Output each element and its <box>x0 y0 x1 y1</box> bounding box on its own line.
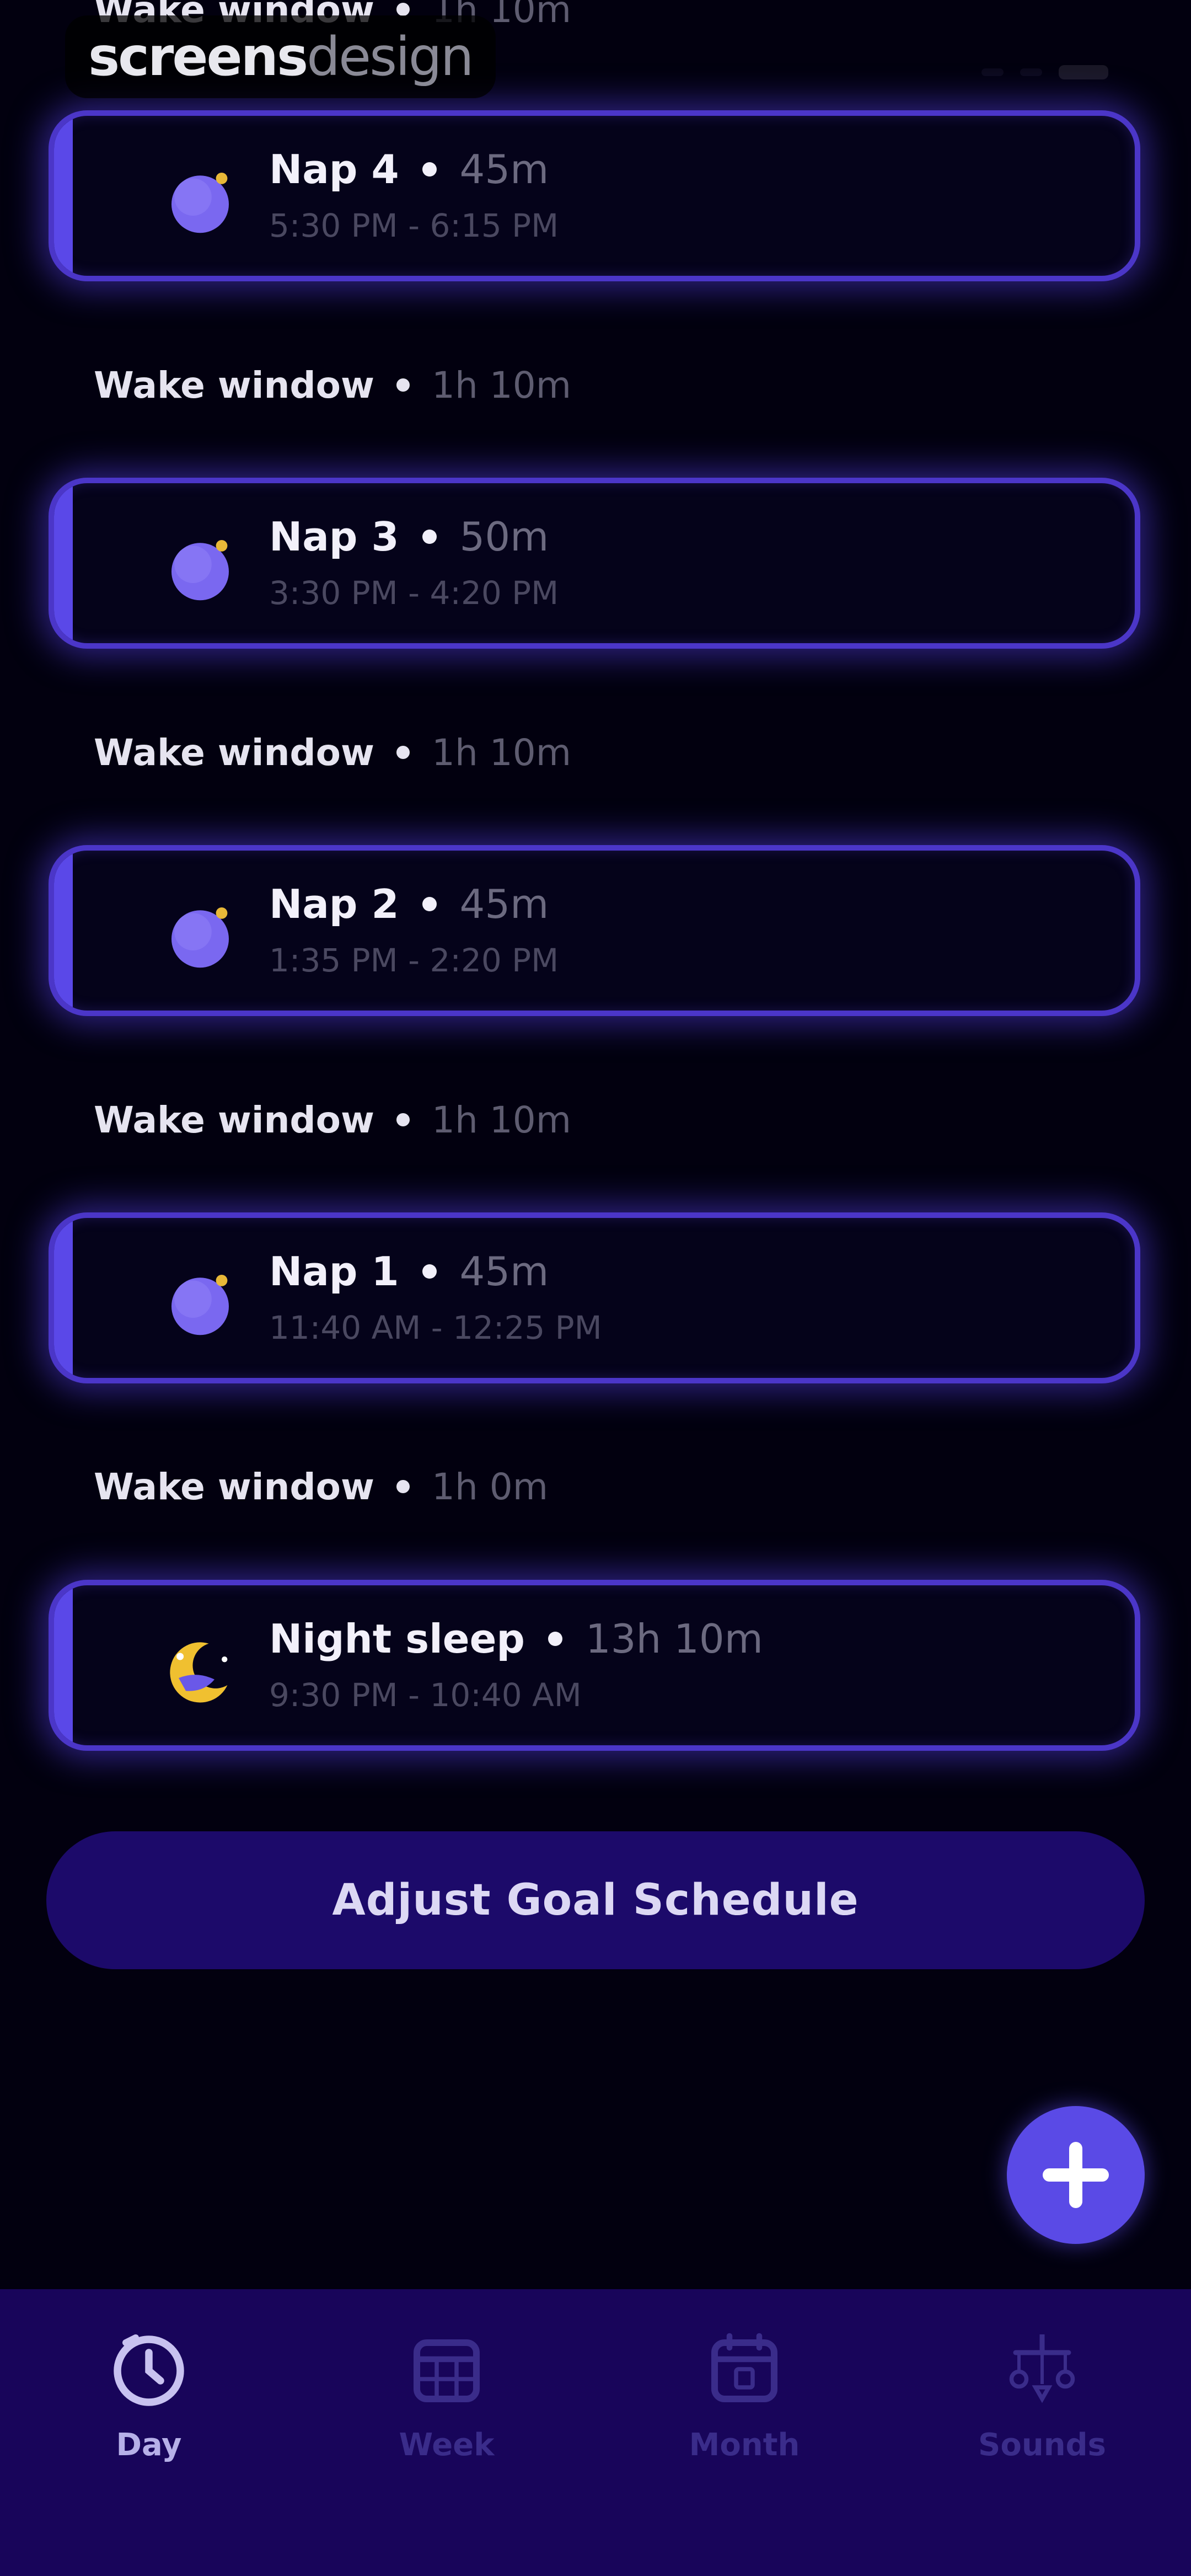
status-bar-icons <box>981 65 1108 79</box>
sleep-name: Nap 2 <box>269 881 399 927</box>
separator-dot <box>396 3 410 16</box>
status-icon <box>1020 68 1042 76</box>
nav-tab-month[interactable]: Month <box>596 2289 893 2576</box>
sleep-time-range: 1:35 PM - 2:20 PM <box>269 942 559 979</box>
separator-dot <box>396 746 410 759</box>
separator-dot <box>396 1480 410 1493</box>
separator-dot <box>422 162 437 177</box>
sleep-card-nap-3[interactable]: Nap 3 50m 3:30 PM - 4:20 PM <box>49 478 1140 649</box>
card-accent-bar <box>54 483 73 643</box>
card-accent-bar <box>54 116 73 276</box>
wake-window-duration: 1h 0m <box>432 1465 549 1508</box>
separator-dot <box>396 1113 410 1126</box>
separator-dot <box>422 897 437 911</box>
nav-label: Month <box>689 2427 800 2463</box>
wake-window-duration: 1h 10m <box>432 731 572 774</box>
adjust-goal-schedule-button[interactable]: Adjust Goal Schedule <box>46 1831 1145 1969</box>
separator-dot <box>396 378 410 392</box>
sleep-card-night-sleep[interactable]: Night sleep 13h 10m 9:30 PM - 10:40 AM <box>49 1580 1140 1751</box>
battery-icon <box>1059 65 1108 79</box>
wake-window-row: Wake window 1h 10m <box>94 1089 571 1150</box>
bottom-navigation: Day Week Month Sounds <box>0 2289 1191 2576</box>
sleep-name: Nap 3 <box>269 514 399 560</box>
clock-icon <box>114 2334 184 2406</box>
nap-moon-icon <box>171 1275 229 1335</box>
card-accent-bar <box>54 1585 73 1745</box>
mobile-toy-icon <box>1009 2334 1075 2403</box>
nav-tab-week[interactable]: Week <box>298 2289 596 2576</box>
month-calendar-icon <box>711 2333 777 2402</box>
card-title-line: Nap 1 45m <box>269 1248 549 1295</box>
wake-window-row: Wake window 1h 10m <box>94 722 571 783</box>
card-title-line: Nap 4 45m <box>269 146 549 193</box>
watermark-logo: screens design <box>65 15 496 98</box>
wake-window-label: Wake window <box>94 1098 374 1141</box>
sleep-duration: 45m <box>459 881 549 927</box>
watermark-text-primary: screens <box>88 26 308 88</box>
sleep-time-range: 11:40 AM - 12:25 PM <box>269 1309 602 1346</box>
sleep-name: Night sleep <box>269 1616 525 1662</box>
nap-moon-icon <box>171 907 229 968</box>
nav-tab-day[interactable]: Day <box>0 2289 298 2576</box>
nav-tab-sounds[interactable]: Sounds <box>893 2289 1191 2576</box>
nav-label: Sounds <box>978 2427 1106 2463</box>
separator-dot <box>548 1632 562 1646</box>
sleep-time-range: 3:30 PM - 4:20 PM <box>269 574 559 612</box>
sleep-card-nap-4[interactable]: Nap 4 45m 5:30 PM - 6:15 PM <box>49 110 1140 281</box>
sleep-card-nap-1[interactable]: Nap 1 45m 11:40 AM - 12:25 PM <box>49 1212 1140 1383</box>
wake-window-label: Wake window <box>94 364 374 407</box>
sleep-time-range: 9:30 PM - 10:40 AM <box>269 1676 582 1714</box>
sleep-card-nap-2[interactable]: Nap 2 45m 1:35 PM - 2:20 PM <box>49 845 1140 1016</box>
add-entry-button[interactable] <box>1007 2106 1145 2244</box>
status-icon <box>981 68 1004 76</box>
nav-label: Week <box>399 2427 495 2463</box>
wake-window-label: Wake window <box>94 731 374 774</box>
sleep-time-range: 5:30 PM - 6:15 PM <box>269 207 559 244</box>
sleep-schedule-screen: screensdesign Wake window 1h 10m Nap 4 4… <box>0 0 1191 2576</box>
crescent-moon-icon <box>170 1642 228 1703</box>
week-calendar-icon <box>414 2339 480 2402</box>
sleep-duration: 45m <box>459 146 549 193</box>
sleep-duration: 13h 10m <box>585 1616 763 1662</box>
wake-window-row: Wake window 1h 10m <box>94 355 571 415</box>
separator-dot <box>422 1264 437 1279</box>
plus-icon <box>1043 2142 1109 2208</box>
wake-window-duration: 1h 10m <box>432 364 572 407</box>
nap-moon-icon <box>171 173 229 233</box>
nap-moon-icon <box>171 540 229 601</box>
wake-window-row: Wake window 1h 0m <box>94 1456 548 1517</box>
card-accent-bar <box>54 1218 73 1378</box>
wake-window-duration: 1h 10m <box>432 1098 572 1141</box>
sleep-duration: 50m <box>459 514 549 560</box>
card-title-line: Nap 2 45m <box>269 881 549 927</box>
sleep-duration: 45m <box>459 1248 549 1295</box>
card-accent-bar <box>54 851 73 1011</box>
watermark-text-secondary: design <box>307 26 474 88</box>
card-title-line: Night sleep 13h 10m <box>269 1616 763 1662</box>
card-title-line: Nap 3 50m <box>269 514 549 560</box>
sleep-name: Nap 4 <box>269 146 399 193</box>
separator-dot <box>422 530 437 544</box>
wake-window-label: Wake window <box>94 1465 374 1508</box>
nav-label: Day <box>116 2427 182 2463</box>
sleep-name: Nap 1 <box>269 1248 399 1295</box>
